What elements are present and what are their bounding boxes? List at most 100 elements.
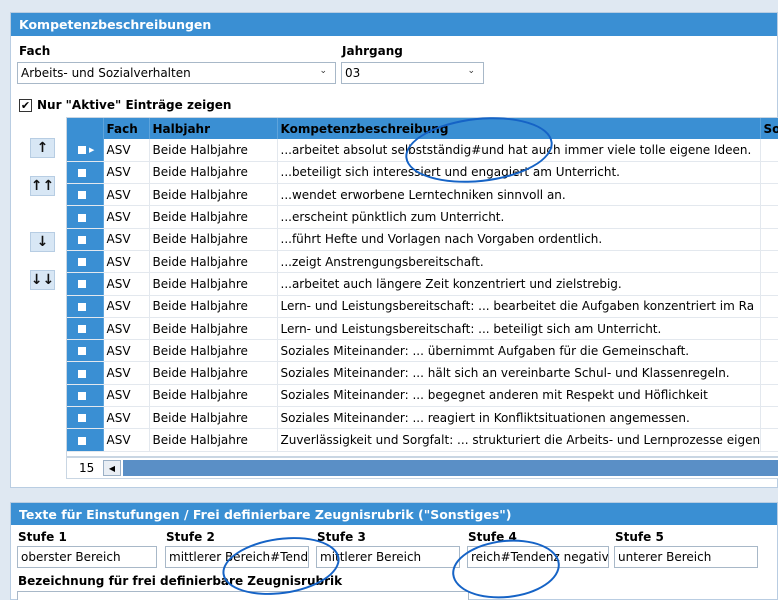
active-only-checkbox[interactable]: ✔ Nur "Aktive" Einträge zeigen — [19, 98, 231, 112]
cell-kompetenzbeschreibung[interactable]: Zuverlässigkeit und Sorgfalt: ... strukt… — [277, 428, 761, 452]
cell-fach[interactable]: ASV — [103, 205, 150, 229]
cell-halbjahr[interactable]: Beide Halbjahre — [149, 228, 278, 251]
stufe-3-input[interactable]: mittlerer Bereich — [316, 546, 460, 568]
table-row[interactable]: ASV Beide Halbjahre Soziales Miteinander: … — [67, 361, 778, 385]
cell-sort[interactable] — [760, 428, 778, 452]
table-row[interactable]: ASV Beide Halbjahre Soziales Miteinander: … — [67, 384, 778, 408]
cell-kompetenzbeschreibung[interactable]: Soziales Miteinander: ... übernimmt Aufg… — [277, 339, 761, 363]
cell-kompetenzbeschreibung[interactable]: ...erscheint pünktlich zum Unterricht. — [277, 205, 761, 229]
row-selector[interactable] — [67, 161, 104, 185]
stufe-4-input[interactable]: reich#Tendenz negativ — [467, 546, 609, 568]
column-header-fach[interactable]: Fach — [103, 118, 150, 139]
stufe-5-input[interactable]: unterer Bereich — [614, 546, 758, 568]
cell-kompetenzbeschreibung[interactable]: Soziales Miteinander: ... begegnet ander… — [277, 384, 761, 408]
row-selector[interactable] — [67, 295, 104, 318]
cell-kompetenzbeschreibung[interactable]: ...beteiligt sich interessiert und engag… — [277, 161, 761, 185]
cell-sort[interactable] — [760, 139, 778, 162]
table-row[interactable]: ▶ ASV Beide Halbjahre ...arbeitet absolut s… — [67, 139, 778, 162]
jahrgang-select[interactable]: 03 ⌄ — [341, 62, 484, 84]
cell-fach[interactable]: ASV — [103, 406, 150, 430]
move-to-top-button[interactable]: ↑↑ — [30, 176, 55, 196]
cell-kompetenzbeschreibung[interactable]: ...arbeitet absolut selbstständig#und ha… — [277, 139, 761, 162]
cell-halbjahr[interactable]: Beide Halbjahre — [149, 361, 278, 385]
column-header-kompetenzbeschreibung[interactable]: Kompetenzbeschreibung — [277, 118, 761, 139]
cell-sort[interactable] — [760, 339, 778, 363]
cell-kompetenzbeschreibung[interactable]: Lern- und Leistungsbereitschaft: ... bea… — [277, 295, 761, 318]
row-selector[interactable] — [67, 406, 104, 430]
cell-kompetenzbeschreibung[interactable]: Lern- und Leistungsbereitschaft: ... bet… — [277, 317, 761, 341]
cell-halbjahr[interactable]: Beide Halbjahre — [149, 428, 278, 452]
table-row[interactable]: ASV Beide Halbjahre Soziales Miteinander: … — [67, 406, 778, 430]
cell-kompetenzbeschreibung[interactable]: ...wendet erworbene Lerntechniken sinnvo… — [277, 183, 761, 207]
scroll-left-icon[interactable]: ◀ — [103, 460, 121, 476]
cell-kompetenzbeschreibung[interactable]: ...führt Hefte und Vorlagen nach Vorgabe… — [277, 228, 761, 251]
cell-halbjahr[interactable]: Beide Halbjahre — [149, 272, 278, 296]
cell-sort[interactable] — [760, 317, 778, 341]
cell-kompetenzbeschreibung[interactable]: Soziales Miteinander: ... hält sich an v… — [277, 361, 761, 385]
cell-sort[interactable] — [760, 361, 778, 385]
row-selector[interactable] — [67, 228, 104, 251]
row-selector[interactable] — [67, 428, 104, 452]
stufe-1-input[interactable]: oberster Bereich — [17, 546, 157, 568]
cell-fach[interactable]: ASV — [103, 339, 150, 363]
table-row[interactable]: ASV Beide Halbjahre ...führt Hefte und Vor… — [67, 228, 778, 251]
cell-fach[interactable]: ASV — [103, 384, 150, 408]
cell-halbjahr[interactable]: Beide Halbjahre — [149, 161, 278, 185]
cell-fach[interactable]: ASV — [103, 228, 150, 251]
cell-fach[interactable]: ASV — [103, 139, 150, 162]
row-selector[interactable] — [67, 250, 104, 274]
cell-kompetenzbeschreibung[interactable]: Soziales Miteinander: ... reagiert in Ko… — [277, 406, 761, 430]
cell-sort[interactable] — [760, 250, 778, 274]
cell-halbjahr[interactable]: Beide Halbjahre — [149, 205, 278, 229]
cell-sort[interactable] — [760, 295, 778, 318]
cell-sort[interactable] — [760, 272, 778, 296]
table-row[interactable]: ASV Beide Halbjahre ...wendet erworbene Le… — [67, 183, 778, 207]
table-row[interactable]: ASV Beide Halbjahre Lern- und Leistungsber… — [67, 317, 778, 341]
row-selector[interactable] — [67, 183, 104, 207]
cell-fach[interactable]: ASV — [103, 272, 150, 296]
column-header-sort[interactable]: Sor — [760, 118, 778, 139]
cell-halbjahr[interactable]: Beide Halbjahre — [149, 295, 278, 318]
cell-halbjahr[interactable]: Beide Halbjahre — [149, 139, 278, 162]
table-row[interactable]: ASV Beide Halbjahre ...beteiligt sich inte… — [67, 161, 778, 185]
cell-sort[interactable] — [760, 205, 778, 229]
row-selector[interactable] — [67, 317, 104, 341]
table-row[interactable]: ASV Beide Halbjahre Zuverlässigkeit und So… — [67, 428, 778, 452]
cell-sort[interactable] — [760, 406, 778, 430]
cell-fach[interactable]: ASV — [103, 183, 150, 207]
row-selector[interactable] — [67, 361, 104, 385]
horizontal-scrollbar[interactable] — [123, 460, 778, 476]
cell-halbjahr[interactable]: Beide Halbjahre — [149, 384, 278, 408]
table-row[interactable]: ASV Beide Halbjahre Soziales Miteinander: … — [67, 339, 778, 363]
cell-fach[interactable]: ASV — [103, 317, 150, 341]
cell-fach[interactable]: ASV — [103, 295, 150, 318]
cell-halbjahr[interactable]: Beide Halbjahre — [149, 250, 278, 274]
cell-fach[interactable]: ASV — [103, 161, 150, 185]
row-selector[interactable] — [67, 384, 104, 408]
move-up-button[interactable]: ↑ — [30, 138, 55, 158]
cell-halbjahr[interactable]: Beide Halbjahre — [149, 317, 278, 341]
free-rubric-input[interactable] — [17, 591, 469, 600]
table-row[interactable]: ASV Beide Halbjahre Lern- und Leistungsber… — [67, 295, 778, 318]
cell-sort[interactable] — [760, 384, 778, 408]
cell-fach[interactable]: ASV — [103, 361, 150, 385]
table-row[interactable]: ASV Beide Halbjahre ...erscheint pünktlich… — [67, 205, 778, 229]
column-header-select[interactable] — [67, 118, 104, 139]
move-to-bottom-button[interactable]: ↓↓ — [30, 270, 55, 290]
fach-select[interactable]: Arbeits- und Sozialverhalten ⌄ — [17, 62, 336, 84]
cell-sort[interactable] — [760, 183, 778, 207]
cell-halbjahr[interactable]: Beide Halbjahre — [149, 406, 278, 430]
table-row[interactable]: ASV Beide Halbjahre ...zeigt Anstrengungsb… — [67, 250, 778, 274]
cell-halbjahr[interactable]: Beide Halbjahre — [149, 339, 278, 363]
cell-halbjahr[interactable]: Beide Halbjahre — [149, 183, 278, 207]
cell-sort[interactable] — [760, 228, 778, 251]
table-row[interactable]: ASV Beide Halbjahre ...arbeitet auch länge… — [67, 272, 778, 296]
row-selector[interactable] — [67, 272, 104, 296]
row-selector[interactable]: ▶ — [67, 139, 104, 162]
cell-fach[interactable]: ASV — [103, 250, 150, 274]
cell-kompetenzbeschreibung[interactable]: ...zeigt Anstrengungsbereitschaft. — [277, 250, 761, 274]
stufe-2-input[interactable]: mittlerer Bereich#Tendenz — [165, 546, 309, 568]
row-selector[interactable] — [67, 205, 104, 229]
column-header-halbjahr[interactable]: Halbjahr — [149, 118, 278, 139]
move-down-button[interactable]: ↓ — [30, 232, 55, 252]
